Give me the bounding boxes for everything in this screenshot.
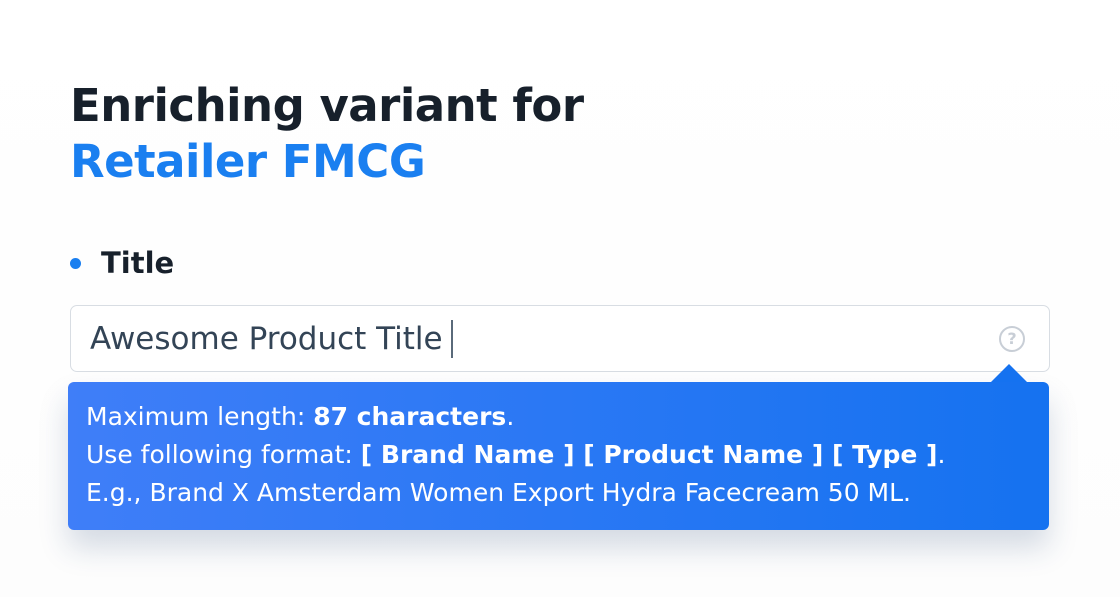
tooltip-max-length-value: 87 characters [313, 402, 507, 431]
tooltip-max-length: Maximum length: 87 characters. [86, 398, 1031, 436]
tooltip-format-suffix: . [937, 440, 946, 469]
tooltip-format-label: Use following format: [86, 440, 361, 469]
tooltip-format: Use following format: [ Brand Name ] [ P… [86, 436, 1031, 474]
bullet-icon [70, 257, 81, 269]
text-caret [450, 319, 453, 358]
page-heading: Enriching variant for Retailer FMCG [70, 78, 584, 190]
tooltip-format-value: [ Brand Name ] [ Product Name ] [ Type ] [360, 440, 938, 469]
title-help-tooltip: Maximum length: 87 characters. Use follo… [68, 364, 1049, 530]
heading-line-1: Enriching variant for [70, 79, 584, 132]
tooltip-max-length-label: Maximum length: [86, 402, 314, 431]
heading-retailer-name: Retailer FMCG [70, 135, 426, 188]
tooltip-arrow [991, 364, 1027, 382]
tooltip-example: E.g., Brand X Amsterdam Women Export Hyd… [86, 478, 911, 507]
page: Enriching variant for Retailer FMCG Titl… [0, 0, 1120, 597]
tooltip-max-length-suffix: . [506, 402, 515, 431]
title-input-value[interactable]: Awesome Product Title [90, 321, 443, 357]
question-circle-icon[interactable]: ? [999, 325, 1025, 352]
title-field-label-row: Title [70, 243, 174, 283]
title-input[interactable]: Awesome Product Title ? [70, 305, 1050, 372]
title-field-label: Title [101, 246, 175, 280]
